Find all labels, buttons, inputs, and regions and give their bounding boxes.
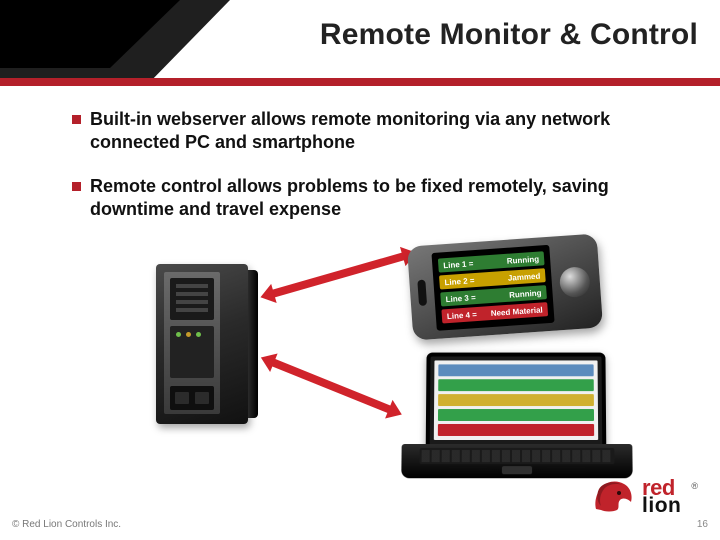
page-number: 16 (697, 519, 708, 530)
status-bar (438, 424, 594, 436)
double-arrow-icon (271, 358, 393, 413)
speaker-icon (417, 280, 427, 306)
phone-screen: Line 1 = Running Line 2 = Jammed Line 3 = R… (431, 245, 554, 331)
status-label: Line 1 = (443, 259, 474, 270)
double-arrow-icon (271, 252, 406, 298)
keyboard-icon (420, 448, 615, 464)
smartphone-image: Line 1 = Running Line 2 = Jammed Line 3 = R… (407, 233, 603, 340)
title-underline (0, 78, 720, 86)
content-area: Built-in webserver allows remote monitor… (0, 108, 720, 242)
status-value: Jammed (508, 271, 541, 282)
status-label: Line 2 = (444, 276, 475, 287)
lion-icon (593, 479, 633, 513)
trackpad-icon (502, 466, 532, 474)
bullet-item: Remote control allows problems to be fix… (90, 175, 650, 220)
laptop-image (401, 353, 632, 481)
status-label: Line 3 = (445, 293, 476, 304)
status-value: Running (506, 254, 539, 265)
bullet-marker-icon (72, 182, 81, 191)
registered-mark: ® (691, 481, 698, 491)
status-bar (438, 364, 593, 376)
status-value: Running (509, 288, 542, 299)
industrial-gateway-image (148, 264, 256, 432)
corner-decoration (0, 0, 230, 86)
status-label: Line 4 = (447, 310, 478, 321)
laptop-screen (434, 360, 598, 440)
slide-title: Remote Monitor & Control (320, 18, 698, 52)
bullet-item: Built-in webserver allows remote monitor… (90, 108, 650, 153)
copyright-text: © Red Lion Controls Inc. (12, 519, 121, 530)
logo-text-lion: lion (642, 497, 681, 514)
status-bar (438, 379, 594, 391)
status-bar (438, 409, 594, 421)
status-bar (438, 394, 594, 406)
brand-logo: red lion ® (593, 479, 698, 514)
bullet-marker-icon (72, 115, 81, 124)
bullet-text: Built-in webserver allows remote monitor… (90, 108, 650, 153)
bullet-text: Remote control allows problems to be fix… (90, 175, 650, 220)
status-value: Need Material (490, 305, 543, 318)
diagram: Line 1 = Running Line 2 = Jammed Line 3 = R… (120, 248, 640, 478)
slide-header: Remote Monitor & Control (0, 0, 720, 95)
slide: { "title": "Remote Monitor & Control", "… (0, 0, 720, 540)
